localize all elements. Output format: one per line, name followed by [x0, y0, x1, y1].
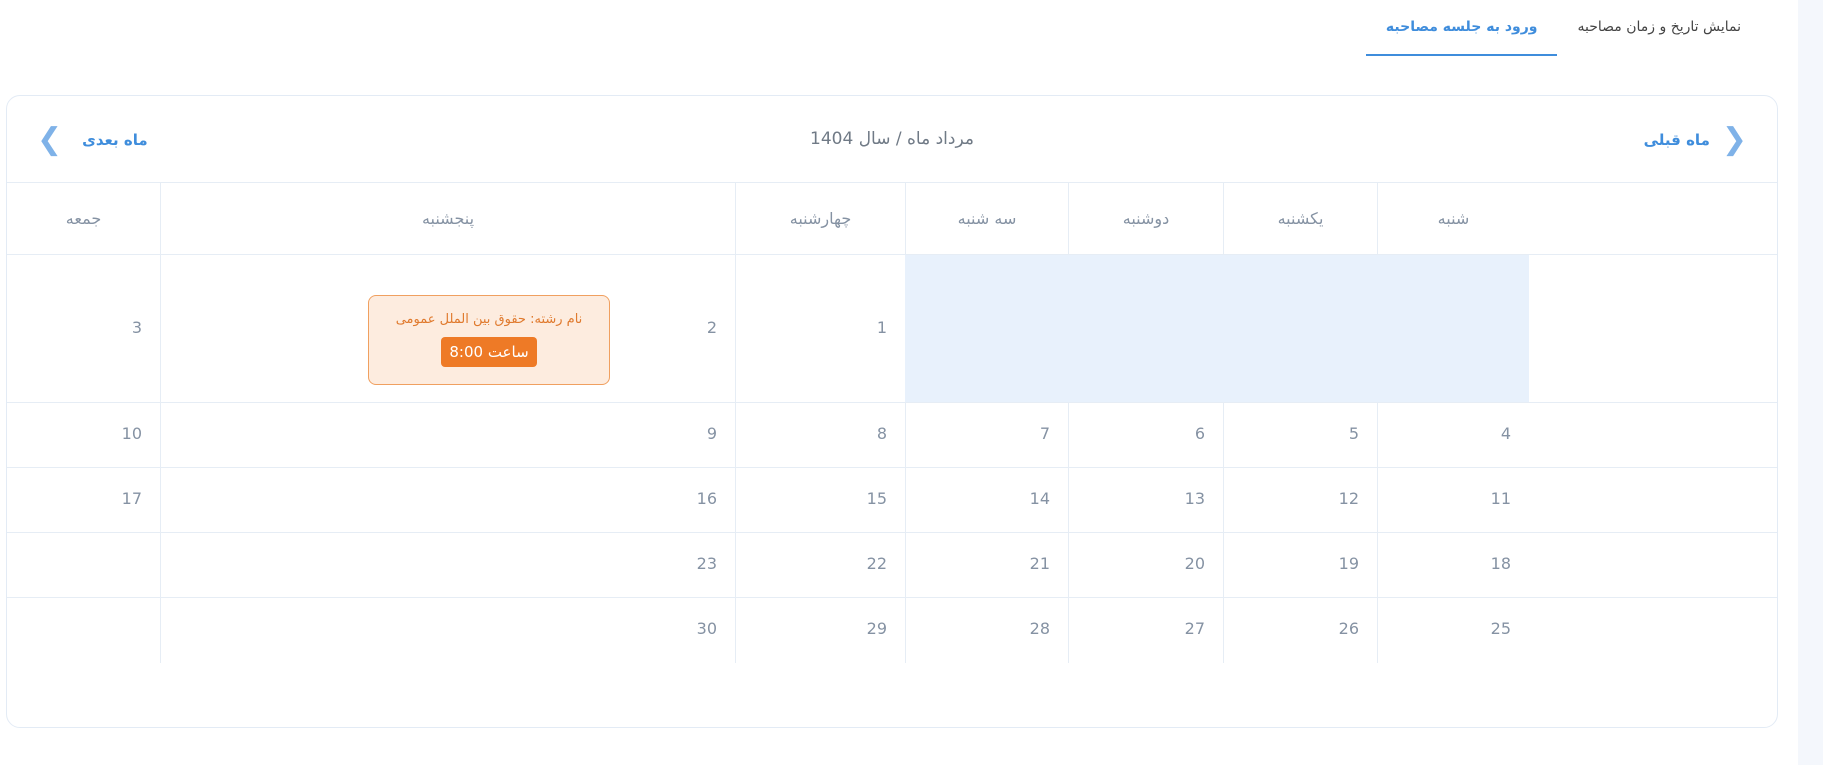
day-cell[interactable]: 26: [1223, 598, 1377, 663]
day-cell[interactable]: 16: [160, 468, 735, 532]
day-cell[interactable]: 8: [735, 403, 905, 467]
date-number: 20: [1184, 554, 1205, 573]
day-cell[interactable]: 18: [1377, 533, 1529, 597]
scrollbar[interactable]: [1798, 0, 1823, 765]
month-title: مرداد ماه / سال 1404: [810, 129, 974, 149]
date-number: 5: [1348, 424, 1359, 443]
day-cell[interactable]: 11: [1377, 468, 1529, 532]
date-number: 17: [121, 489, 142, 508]
date-number: 29: [866, 619, 887, 638]
weekday-sun: یکشنبه: [1223, 183, 1377, 255]
date-number: 14: [1029, 489, 1050, 508]
calendar: ❯ ماه قبلی مرداد ماه / سال 1404 ❮ ماه بع…: [6, 95, 1778, 728]
day-cell[interactable]: 1: [735, 255, 905, 402]
next-month-button[interactable]: ❮ ماه بعدی: [37, 96, 148, 183]
tab-enter-session[interactable]: ورود به جلسه مصاحبه: [1365, 0, 1558, 56]
date-number: 22: [866, 554, 887, 573]
date-number: 1: [876, 318, 887, 337]
calendar-header: ❯ ماه قبلی مرداد ماه / سال 1404 ❮ ماه بع…: [7, 96, 1777, 183]
day-cell[interactable]: 14: [905, 468, 1068, 532]
date-number: 7: [1039, 424, 1050, 443]
date-number: 19: [1338, 554, 1359, 573]
chevron-left-icon: ❮: [37, 121, 63, 157]
date-number: 9: [706, 424, 717, 443]
day-cell[interactable]: 3: [7, 255, 160, 402]
date-number: 21: [1029, 554, 1050, 573]
date-number: 2: [706, 318, 717, 337]
date-number: 6: [1194, 424, 1205, 443]
day-cell[interactable]: 9: [160, 403, 735, 467]
tab-show-schedule[interactable]: نمایش تاریخ و زمان مصاحبه: [1557, 0, 1761, 56]
date-number: 12: [1338, 489, 1359, 508]
week-row: 4 5 6 7 8 9 10: [7, 403, 1777, 468]
next-month-label: ماه بعدی: [82, 130, 148, 149]
day-cell[interactable]: 15: [735, 468, 905, 532]
day-cell[interactable]: 6: [1068, 403, 1223, 467]
weekday-tue: سه شنبه: [905, 183, 1068, 255]
date-number: 10: [121, 424, 142, 443]
day-cell[interactable]: 30: [160, 598, 735, 663]
interview-event[interactable]: نام رشته: حقوق بین الملل عمومی ساعت 8:00: [368, 295, 610, 385]
date-number: 18: [1490, 554, 1511, 573]
date-number: 4: [1500, 424, 1511, 443]
date-number: 26: [1338, 619, 1359, 638]
event-title: نام رشته: حقوق بین الملل عمومی: [395, 312, 583, 327]
day-cell[interactable]: 23: [160, 533, 735, 597]
day-cell[interactable]: 25: [1377, 598, 1529, 663]
weekday-thu: پنجشنبه: [160, 183, 735, 255]
day-cell[interactable]: 19: [1223, 533, 1377, 597]
week-row: 1 2 3 نام رشته: حقوق بین الملل عمومی ساع…: [7, 255, 1777, 403]
day-cell[interactable]: 17: [7, 468, 160, 532]
day-cell[interactable]: 20: [1068, 533, 1223, 597]
week-row: 18 19 20 21 22 23: [7, 533, 1777, 598]
day-cell[interactable]: 21: [905, 533, 1068, 597]
event-time-badge[interactable]: ساعت 8:00: [441, 337, 537, 367]
day-cell[interactable]: 13: [1068, 468, 1223, 532]
weekday-fri: جمعه: [65, 209, 102, 228]
weekday-wed: چهارشنبه: [735, 183, 905, 255]
date-number: 30: [696, 619, 717, 638]
day-cell[interactable]: 4: [1377, 403, 1529, 467]
day-cell[interactable]: 29: [735, 598, 905, 663]
day-cell[interactable]: 5: [1223, 403, 1377, 467]
tab-bar: نمایش تاریخ و زمان مصاحبه ورود به جلسه م…: [1365, 0, 1761, 56]
date-number: 13: [1184, 489, 1205, 508]
week-row: 25 26 27 28 29 30: [7, 598, 1777, 663]
date-number: 11: [1490, 489, 1511, 508]
date-number: 23: [696, 554, 717, 573]
date-number: 3: [131, 318, 142, 337]
date-number: 28: [1029, 619, 1050, 638]
weekday-sat: شنبه: [1377, 183, 1529, 255]
date-number: 16: [696, 489, 717, 508]
date-number: 8: [876, 424, 887, 443]
day-cell[interactable]: 7: [905, 403, 1068, 467]
day-cell[interactable]: 12: [1223, 468, 1377, 532]
date-number: 27: [1184, 619, 1205, 638]
week-row: 11 12 13 14 15 16 17: [7, 468, 1777, 533]
day-cell[interactable]: 28: [905, 598, 1068, 663]
day-cell[interactable]: 22: [735, 533, 905, 597]
weekday-header: شنبه یکشنبه دوشنبه سه شنبه چهارشنبه پنجش…: [7, 183, 1777, 255]
weekday-mon: دوشنبه: [1068, 183, 1223, 255]
day-cell[interactable]: 10: [7, 403, 160, 467]
empty-cells: [905, 255, 1529, 402]
day-cell[interactable]: 27: [1068, 598, 1223, 663]
date-number: 15: [866, 489, 887, 508]
date-number: 25: [1490, 619, 1511, 638]
